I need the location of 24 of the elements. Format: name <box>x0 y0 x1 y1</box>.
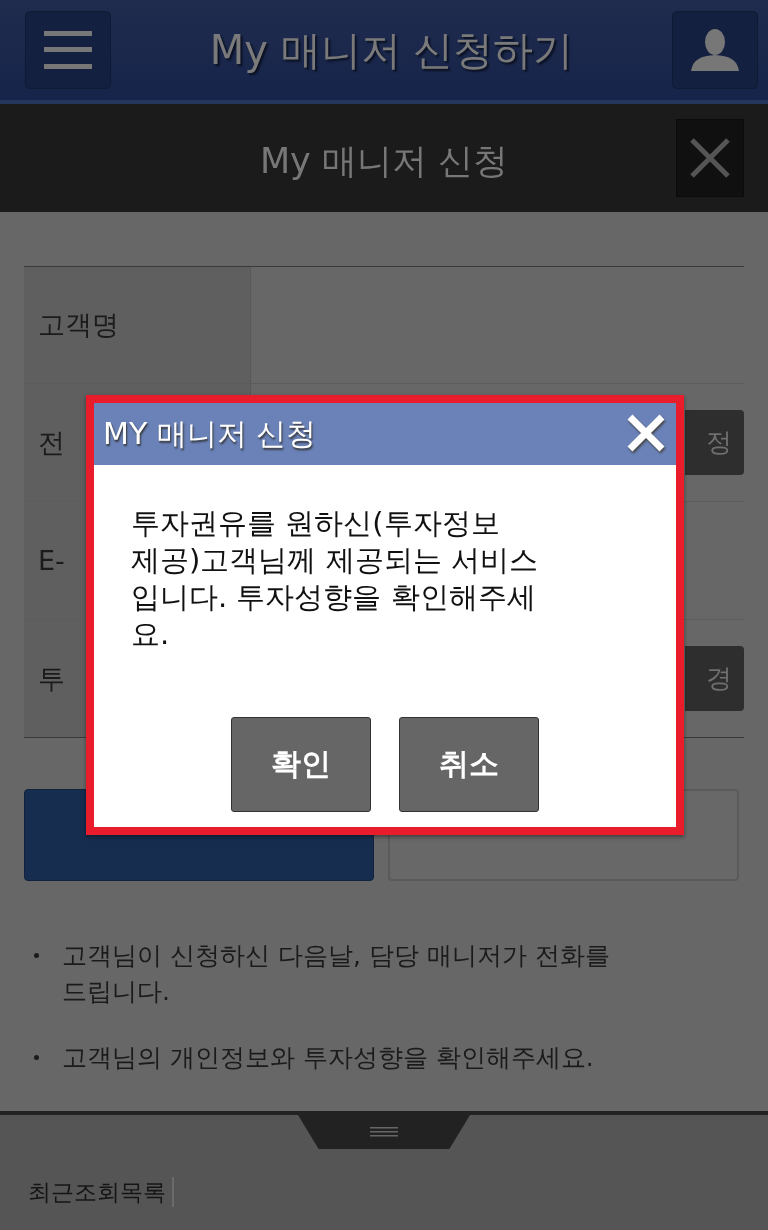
bullet-icon <box>34 1055 39 1060</box>
close-icon <box>626 413 666 453</box>
page-title: My 매니저 신청 <box>259 139 509 183</box>
row-action-button[interactable]: 정 <box>685 410 744 475</box>
cancel-button[interactable]: 취소 <box>399 717 539 812</box>
bullet-icon <box>34 953 39 958</box>
field-label: 전 <box>38 425 65 460</box>
field-label: 투 <box>38 661 65 696</box>
menu-icon <box>44 31 92 69</box>
close-icon <box>690 138 730 178</box>
recent-tab[interactable]: 최근조회목록 <box>28 1177 174 1207</box>
user-icon <box>691 29 739 71</box>
note-text: 고객님이 신청하신 다음날, 담당 매니저가 전화를 드립니다. <box>62 940 611 1008</box>
confirm-button[interactable]: 확인 <box>231 717 371 812</box>
field-label: 고객명 <box>38 308 119 342</box>
handle-icon <box>370 1127 398 1137</box>
dialog-title: MY 매니저 신청 <box>103 414 317 453</box>
header-title: My 매니저 신청하기 <box>209 25 574 75</box>
field-label: E- <box>38 545 65 576</box>
user-button[interactable] <box>672 11 758 89</box>
menu-button[interactable] <box>25 11 111 89</box>
dialog-message: 투자권유를 원하신(투자정보 제공)고객님께 제공되는 서비스 입니다. 투자성향을 확인해주세요. <box>131 505 539 653</box>
row-action-button[interactable]: 경 <box>685 646 744 711</box>
note-text: 고객님의 개인정보와 투자성향을 확인해주세요. <box>62 1042 595 1074</box>
